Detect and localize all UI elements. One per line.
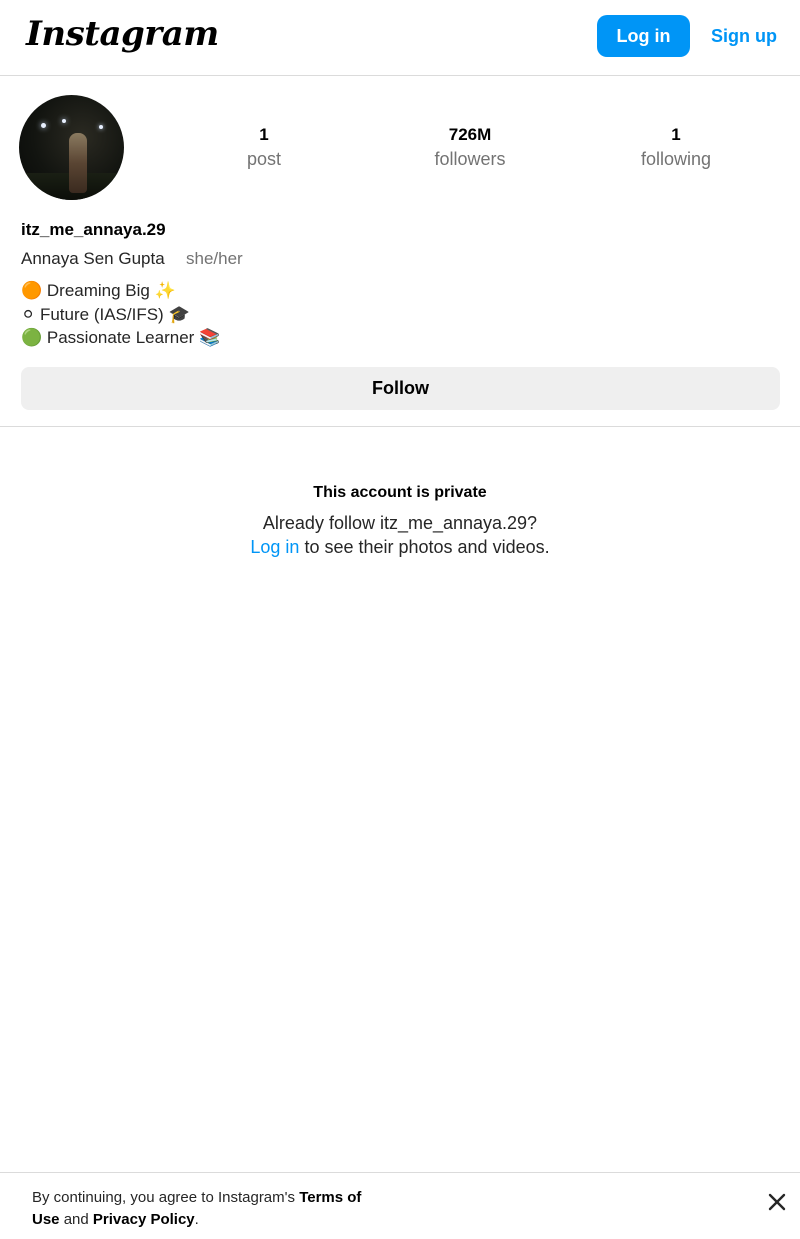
signup-button[interactable]: Sign up xyxy=(708,15,780,57)
avatar-figure xyxy=(69,133,87,193)
terms-and: and xyxy=(63,1211,89,1228)
following-stat[interactable]: 1 following xyxy=(611,124,741,172)
top-bar: Instagram Log in Sign up xyxy=(0,0,800,76)
profile-avatar[interactable] xyxy=(19,95,124,200)
profile-bio: 🟠 Dreaming Big ✨ ⚪ Future (IAS/IFS) 🎓 🟢 … xyxy=(21,279,220,350)
followers-stat[interactable]: 726M followers xyxy=(405,124,535,172)
bio-line: ⚪ Future (IAS/IFS) 🎓 xyxy=(21,304,190,324)
private-login-link[interactable]: Log in xyxy=(250,537,299,557)
follow-button[interactable]: Follow xyxy=(21,367,780,410)
private-suffix: to see their photos and videos. xyxy=(304,537,550,557)
close-banner-button[interactable] xyxy=(762,1187,792,1217)
terms-period: . xyxy=(194,1211,199,1228)
posts-count: 1 xyxy=(259,125,269,144)
followers-label: followers xyxy=(434,149,506,169)
followers-count: 726M xyxy=(448,125,492,144)
close-icon xyxy=(768,1193,786,1211)
private-account-title: This account is private xyxy=(313,484,487,501)
bio-line: 🟠 Dreaming Big ✨ xyxy=(21,281,176,300)
profile-username: itz_me_annaya.29 xyxy=(21,220,166,239)
terms-banner: By continuing, you agree to Instagram's … xyxy=(0,1172,800,1239)
profile-full-name: Annaya Sen Gupta xyxy=(21,249,165,268)
posts-stat: 1 post xyxy=(199,124,329,172)
terms-banner-text: By continuing, you agree to Instagram's … xyxy=(32,1187,372,1231)
privacy-policy-link[interactable]: Privacy Policy xyxy=(93,1211,195,1228)
profile-pronouns: she/her xyxy=(186,249,243,268)
following-count: 1 xyxy=(671,125,681,144)
private-prefix: Already follow itz_me_annaya.29? xyxy=(262,513,538,533)
posts-label: post xyxy=(246,149,282,169)
avatar-light xyxy=(41,123,46,128)
section-divider xyxy=(0,426,800,427)
bio-line: 🟢 Passionate Learner 📚 xyxy=(21,328,221,347)
private-account-message: Already follow itz_me_annaya.29? Log in … xyxy=(250,511,550,559)
avatar-light xyxy=(99,125,103,129)
avatar-light xyxy=(62,119,66,123)
login-button[interactable]: Log in xyxy=(597,15,690,57)
terms-prefix: By continuing, you agree to Instagram's xyxy=(32,1189,296,1206)
instagram-logo[interactable]: Instagram xyxy=(26,14,219,54)
following-label: following xyxy=(640,149,712,169)
